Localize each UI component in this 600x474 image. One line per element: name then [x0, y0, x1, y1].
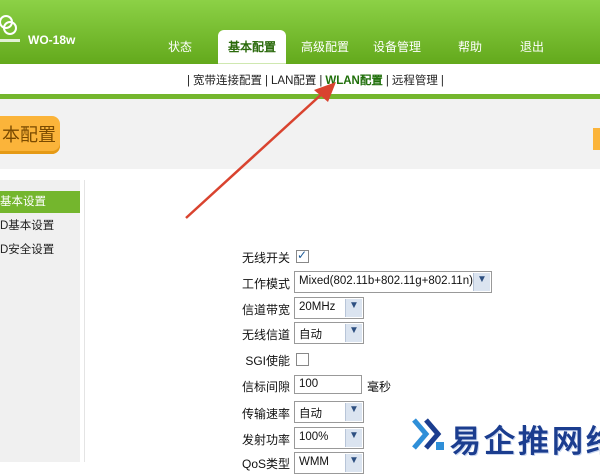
watermark-text: 易企推网络: [450, 424, 600, 459]
watermark: 易企推网络: [408, 412, 600, 462]
watermark-logo-icon: [412, 418, 444, 450]
annotation-arrow-icon: [185, 82, 336, 219]
